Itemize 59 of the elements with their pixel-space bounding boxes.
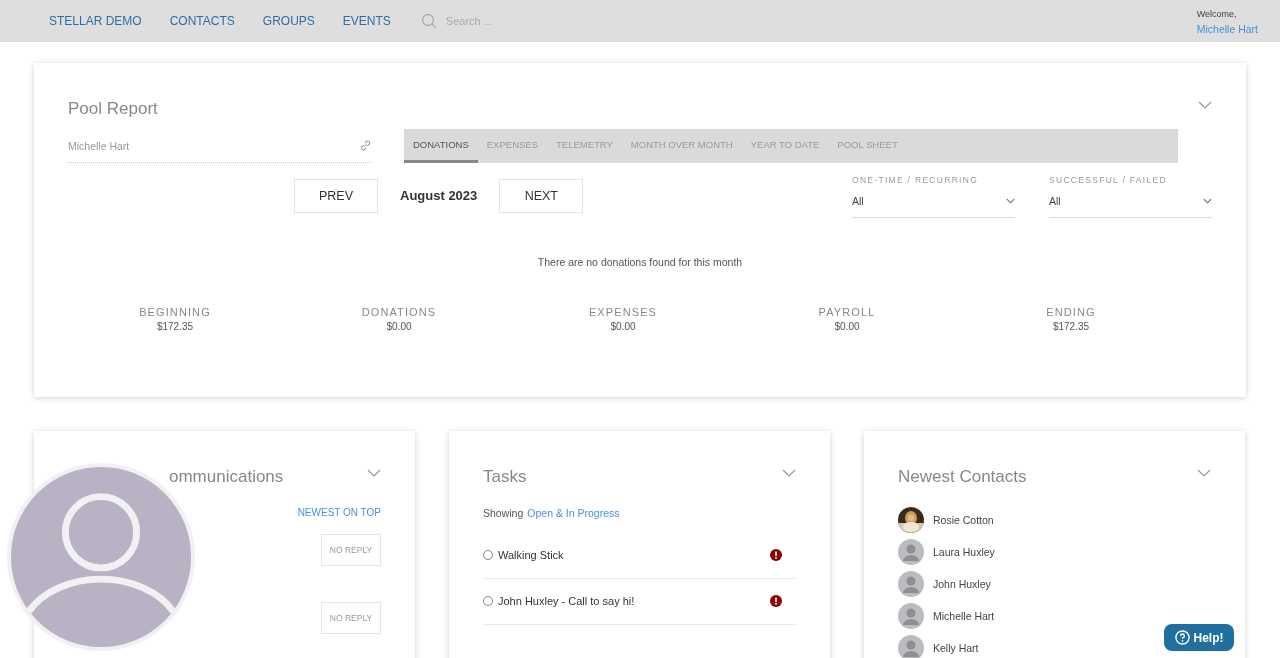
stat-label: BEGINNING <box>139 306 211 318</box>
contact-link[interactable]: Kelly Hart <box>933 642 979 654</box>
filter-dropdown[interactable]: All <box>852 195 1015 218</box>
stat-value: $172.35 <box>156 321 194 332</box>
task-label: John Huxley - Call to say hi! <box>498 595 636 607</box>
chevron-icon[interactable] <box>782 469 796 477</box>
card-title: Tasks <box>483 467 527 487</box>
stat-label: EXPENSES <box>588 306 658 318</box>
contact-link[interactable]: Laura Huxley <box>933 546 995 558</box>
contact-link[interactable]: John Huxley <box>933 578 991 590</box>
chevron-icon[interactable] <box>1197 469 1211 477</box>
user-link[interactable]: Michelle Hart <box>1196 23 1258 35</box>
filter-label: SUCCESSFUL / FAILED <box>1049 175 1168 185</box>
nav-link[interactable]: EVENTS <box>342 14 391 28</box>
report-tab[interactable]: TELEMETRY <box>547 129 622 163</box>
person-field[interactable]: Michelle Hart <box>68 139 130 152</box>
chevron-icon[interactable] <box>1198 101 1212 109</box>
stat-value: $172.35 <box>1052 321 1090 332</box>
status-button[interactable]: NO REPLY <box>321 602 381 634</box>
search-icon <box>420 13 437 29</box>
filter-link[interactable]: Open & In Progress <box>527 507 620 519</box>
sort-link[interactable]: NEWEST ON TOP <box>297 507 381 518</box>
help-button[interactable]: Help! <box>1164 624 1234 651</box>
report-tab[interactable]: MONTH OVER MONTH <box>621 129 742 163</box>
filter-label: ONE-TIME / RECURRING <box>852 175 980 185</box>
avatar-icon <box>898 571 924 597</box>
nav-link[interactable]: STELLAR DEMO <box>49 14 142 28</box>
nav-link[interactable]: CONTACTS <box>169 14 235 28</box>
task-label: Walking Stick <box>498 549 565 561</box>
help-icon <box>1174 630 1190 645</box>
nav-link[interactable]: GROUPS <box>262 14 315 28</box>
chevron-icon[interactable] <box>367 469 381 477</box>
month-label: August 2023 <box>400 188 478 203</box>
stat-value: $0.00 <box>386 321 412 332</box>
contact-link[interactable]: Michelle Hart <box>933 610 995 622</box>
stat-label: PAYROLL <box>818 306 876 318</box>
showing-label: Showing <box>483 507 524 519</box>
stat-value: $0.00 <box>610 321 636 332</box>
status-button[interactable]: NO REPLY <box>321 534 381 566</box>
avatar-icon <box>898 539 924 565</box>
prev-button[interactable]: PREV <box>294 178 378 213</box>
stat-label: ENDING <box>1046 306 1096 318</box>
avatar-icon <box>898 603 924 629</box>
report-tab[interactable]: DONATIONS <box>404 129 478 163</box>
contact-link[interactable]: Rosie Cotton <box>933 514 994 526</box>
filter-dropdown[interactable]: All <box>1049 195 1212 218</box>
stat-value: $0.00 <box>834 321 860 332</box>
card-title: Pool Report <box>68 99 158 119</box>
avatar-icon <box>898 635 924 658</box>
link-icon[interactable] <box>359 139 372 152</box>
next-button[interactable]: NEXT <box>499 178 584 213</box>
empty-message: There are no donations found for this month <box>536 256 744 268</box>
report-tab[interactable]: POOL SHEET <box>828 129 907 163</box>
welcome-text: Welcome, <box>1196 9 1238 19</box>
card-title: ommunications <box>169 467 284 487</box>
stat-label: DONATIONS <box>361 306 437 318</box>
chevron-icon <box>1006 198 1015 204</box>
chevron-icon <box>1203 198 1212 204</box>
card-title: Newest Contacts <box>898 467 1027 487</box>
